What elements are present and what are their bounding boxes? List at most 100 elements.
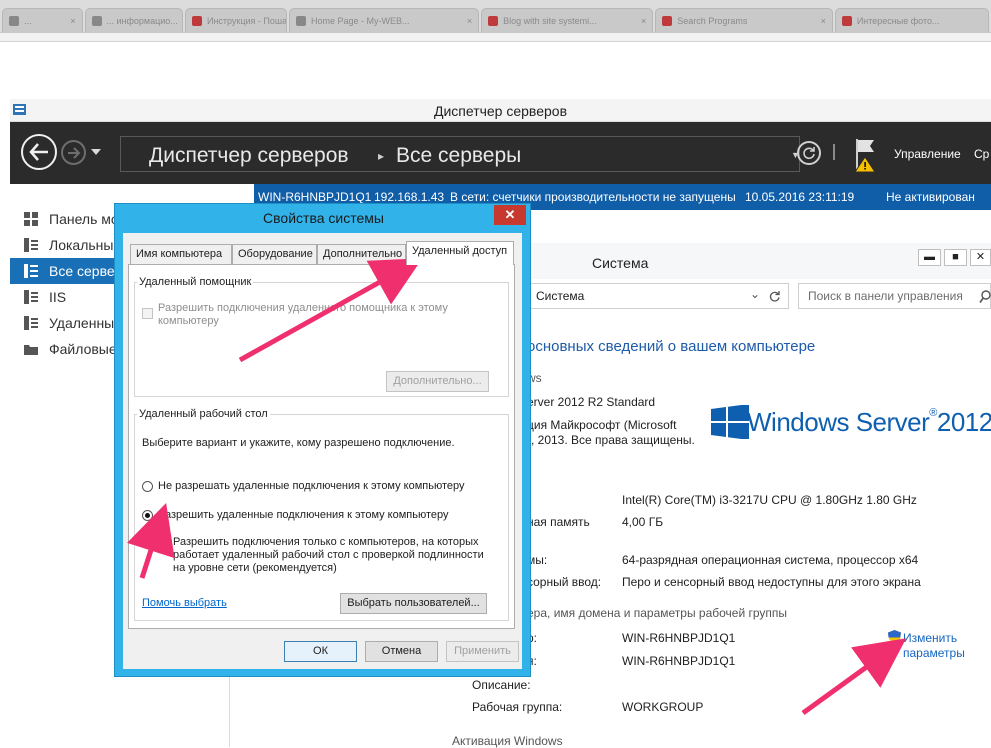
maximize-button[interactable]: ■ <box>944 249 967 266</box>
arrow-left-icon <box>29 143 48 161</box>
sidebar-item-all-servers[interactable]: Все серверы <box>10 258 115 284</box>
sidebar-item-iis[interactable]: IIS <box>10 284 115 310</box>
favicon-icon <box>91 15 102 26</box>
cancel-button[interactable]: Отмена <box>365 641 438 662</box>
dialog-close-button[interactable]: ✕ <box>494 205 526 225</box>
browser-tab[interactable]: Blog with site systemi... × <box>481 8 654 32</box>
tab-hardware[interactable]: Оборудование <box>232 244 317 264</box>
activation-section-label: Активация Windows <box>452 734 563 748</box>
window-title: Диспетчер серверов <box>433 103 568 119</box>
system-properties-dialog: Свойства системы ✕ Имя компьютера Оборуд… <box>114 203 531 677</box>
dashboard-icon <box>24 212 38 226</box>
radio-allow-remote-label: Разрешить удаленные подключения к этому … <box>158 509 449 521</box>
system-window: Система ▬ ■ ✕ Система ⌄ Поиск в панели у… <box>527 243 991 747</box>
close-icon[interactable]: × <box>817 16 826 26</box>
close-icon[interactable]: × <box>178 16 183 26</box>
close-button[interactable]: ✕ <box>970 249 991 266</box>
system-type-value: 64-разрядная операционная система, проце… <box>622 553 919 567</box>
refresh-icon <box>803 147 815 160</box>
favicon-icon <box>296 15 307 26</box>
history-dropdown-icon[interactable] <box>91 149 101 155</box>
maximize-icon: ■ <box>952 251 959 263</box>
radio-allow-remote[interactable] <box>142 510 153 521</box>
copyright-line-1: ция Майкрософт (Microsoft <box>527 418 677 432</box>
sidebar-item-local-server[interactable]: Локальный сервер <box>10 232 115 258</box>
workgroup-value: WORKGROUP <box>622 700 704 714</box>
breadcrumb-root[interactable]: Диспетчер серверов <box>149 144 349 168</box>
browser-tab-strip: ...× ... информацио...× Инструкция - Пош… <box>0 0 991 33</box>
view-menu[interactable]: Ср <box>974 147 989 161</box>
server-manager-titlebar: Диспетчер серверов <box>10 99 991 122</box>
favicon-icon <box>9 15 19 26</box>
favicon-icon <box>191 15 202 26</box>
manage-menu[interactable]: Управление <box>894 147 961 161</box>
ok-button[interactable]: ОК <box>284 641 357 662</box>
memory-label: ная память <box>527 515 590 529</box>
tab-remote[interactable]: Удаленный доступ <box>406 241 514 265</box>
close-icon[interactable]: × <box>637 16 646 26</box>
breadcrumb-separator-icon: ▸ <box>378 149 385 163</box>
refresh-icon[interactable] <box>768 290 781 303</box>
close-icon[interactable]: × <box>66 16 75 26</box>
remote-assistance-checkbox[interactable] <box>142 308 153 319</box>
back-button[interactable] <box>21 134 57 170</box>
browser-tab[interactable]: Интересные фото... <box>834 8 989 32</box>
address-bar[interactable]: Система ⌄ <box>527 283 789 309</box>
server-name: WIN-R6HNBPJD1Q1 <box>258 190 372 204</box>
notifications-flag-icon[interactable] <box>852 137 886 173</box>
browser-tab[interactable]: Home Page - My-WEB... × <box>289 8 480 32</box>
computer-name-value: WIN-R6HNBPJD1Q1 <box>622 631 736 645</box>
minimize-button[interactable]: ▬ <box>918 249 941 266</box>
iis-icon <box>24 290 38 304</box>
local-server-icon <box>24 238 38 252</box>
description-label: Описание: <box>472 678 531 692</box>
radio-deny-remote[interactable] <box>142 481 153 492</box>
computer-section-label: ера, имя домена и параметры рабочей груп… <box>527 606 788 620</box>
address-text: Система <box>536 289 585 303</box>
sidebar-item-remote-access[interactable]: Удаленный доступ <box>10 310 115 336</box>
server-ip: 192.168.1.43 <box>374 190 445 204</box>
windows-logo-icon <box>711 405 749 439</box>
refresh-button[interactable] <box>797 141 821 165</box>
change-settings-link[interactable]: Изменить параметры <box>903 631 965 661</box>
tab-advanced[interactable]: Дополнительно <box>317 244 406 264</box>
browser-tab[interactable]: ... × <box>2 8 83 32</box>
copyright-line-2: ), 2013. Все права защищены. <box>527 433 695 447</box>
minimize-icon: ▬ <box>924 251 935 263</box>
select-users-button[interactable]: Выбрать пользователей... <box>340 593 487 614</box>
sidebar-item-dashboard[interactable]: Панель мониторинга <box>10 206 115 232</box>
system-window-title: Система <box>592 255 649 271</box>
nla-checkbox[interactable] <box>158 541 169 552</box>
help-choose-link[interactable]: Помочь выбрать <box>142 597 227 609</box>
edition-value: erver 2012 R2 Standard <box>527 395 656 409</box>
forward-button[interactable] <box>61 140 86 165</box>
server-date: 10.05.2016 23:11:19 <box>745 190 855 204</box>
search-input[interactable]: Поиск в панели управления <box>798 283 991 309</box>
sidebar-item-file-services[interactable]: Файловые службы <box>10 336 115 362</box>
close-icon: ✕ <box>975 251 986 263</box>
sidebar: Панель мониторинга Локальный сервер Все … <box>10 184 115 747</box>
server-manager-header: Диспетчер серверов ▸ Все серверы ▼ Управ… <box>10 122 991 184</box>
nla-label-2: работает удаленный рабочий стол с провер… <box>173 549 484 561</box>
processor-value: Intel(R) Core(TM) i3-3217U CPU @ 1.80GHz… <box>622 493 917 507</box>
uac-shield-icon <box>888 630 901 645</box>
apply-button[interactable]: Применить <box>446 641 519 662</box>
favicon-icon <box>841 15 852 26</box>
remote-assistance-label-1: Разрешить подключения удаленного помощни… <box>158 302 448 314</box>
page-heading: основных сведений о вашем компьютере <box>527 338 816 355</box>
radio-selected-dot <box>145 513 150 518</box>
browser-tab[interactable]: Инструкция - Пошаго...× <box>184 8 288 32</box>
file-services-icon <box>24 345 38 355</box>
search-icon[interactable] <box>979 290 991 304</box>
browser-toolbar <box>0 33 991 42</box>
server-activation: Не активирован <box>886 190 975 204</box>
tab-computer-name[interactable]: Имя компьютера <box>130 244 232 264</box>
browser-tab[interactable]: ... информацио...× <box>84 8 183 32</box>
all-servers-icon <box>24 264 38 278</box>
remote-assistance-group-label: Удаленный помощник <box>137 276 254 288</box>
close-icon[interactable]: × <box>463 16 472 26</box>
checkmark-icon <box>159 542 168 551</box>
advanced-button[interactable]: Дополнительно... <box>386 371 489 392</box>
browser-tab[interactable]: Search Programs × <box>655 8 833 32</box>
chevron-down-icon[interactable]: ⌄ <box>750 287 760 301</box>
